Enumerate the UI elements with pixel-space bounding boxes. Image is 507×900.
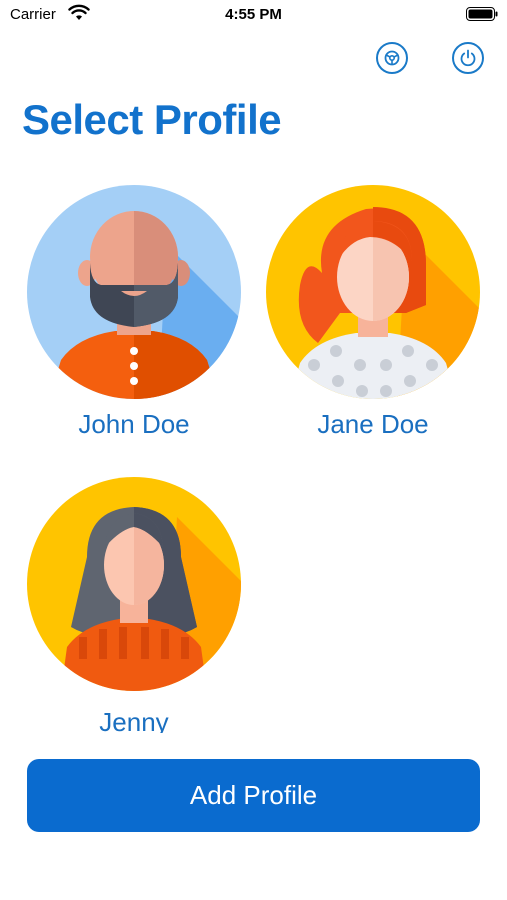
dark-haired-woman-avatar <box>27 477 241 691</box>
clock: 4:55 PM <box>225 6 282 23</box>
settings-icon <box>384 50 400 66</box>
power-icon <box>460 49 476 67</box>
profile-name: John Doe <box>78 409 190 439</box>
status-bar: Carrier 4:55 PM <box>0 0 507 32</box>
page-title: Select Profile <box>22 96 282 143</box>
battery-icon <box>466 7 498 21</box>
profile-card-jane-doe[interactable]: Jane Doe <box>266 185 480 440</box>
bald-bearded-man-avatar <box>27 185 241 399</box>
red-haired-woman-avatar <box>266 185 480 399</box>
header-actions <box>0 42 507 76</box>
settings-button[interactable] <box>376 42 408 74</box>
profile-name: Jane Doe <box>317 409 429 439</box>
profile-name: Jenny <box>99 707 169 733</box>
power-button[interactable] <box>452 42 484 74</box>
profile-card-john-doe[interactable]: John Doe <box>27 185 241 440</box>
profile-card-jenny[interactable]: Jenny <box>27 477 241 733</box>
add-profile-button[interactable]: Add Profile <box>27 759 480 832</box>
